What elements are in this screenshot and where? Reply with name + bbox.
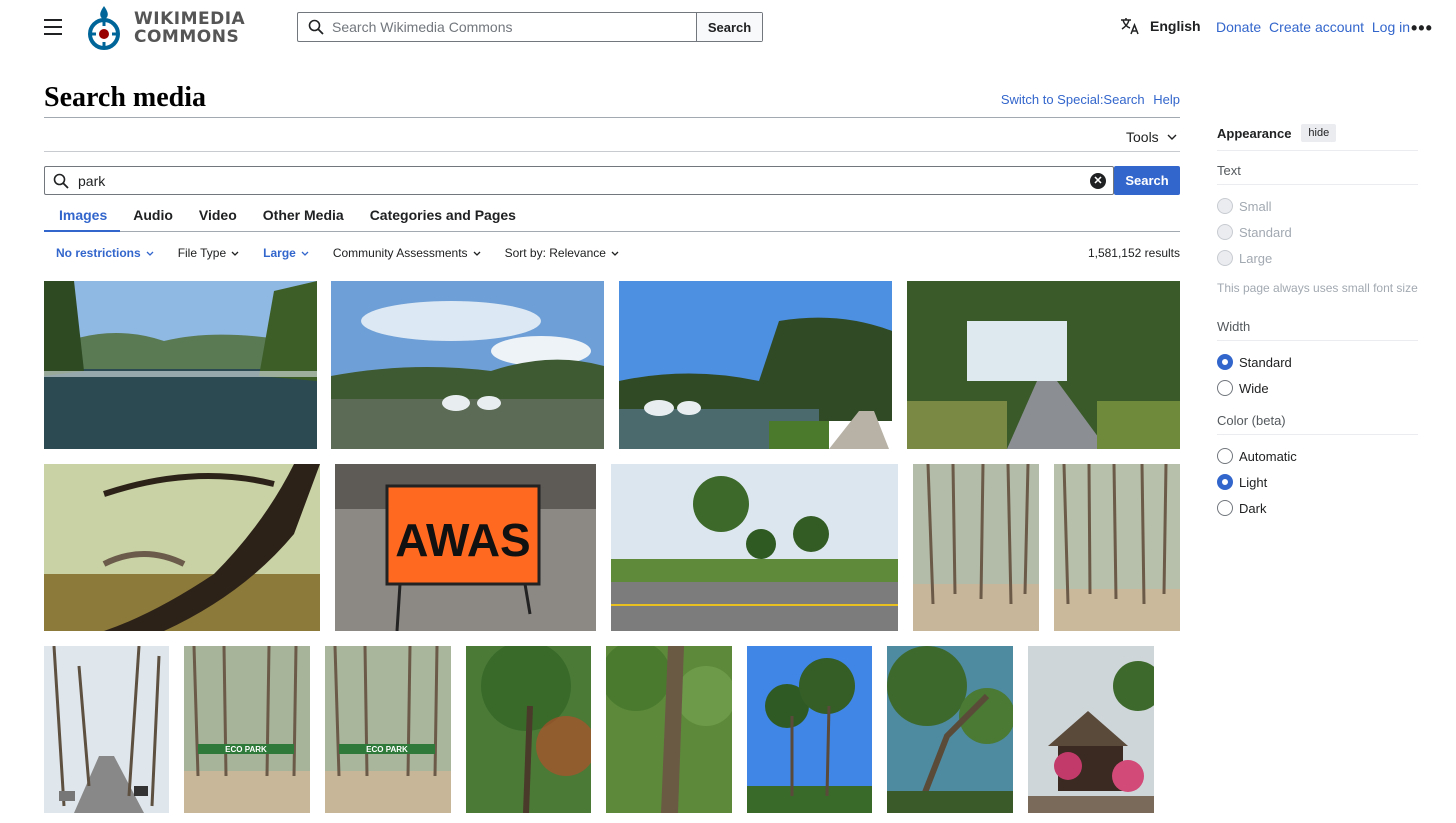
community-assessments-filter[interactable]: Community Assessments [333,246,481,260]
file-type-filter[interactable]: File Type [178,246,239,260]
image-result[interactable] [1054,464,1180,631]
image-result[interactable] [606,646,732,813]
header-search-input[interactable]: Search Wikimedia Commons [298,13,696,41]
awas-sign-text: AWAS [395,514,530,566]
tools-divider [44,151,1180,152]
logo-line2: COMMONS [134,27,240,47]
search-icon [53,173,69,189]
search-icon [308,19,324,35]
color-light[interactable]: Light [1217,469,1418,495]
text-size-small: Small [1217,193,1418,219]
appearance-panel: Appearance hide Text Small Standard Larg… [1217,124,1418,521]
color-dark[interactable]: Dark [1217,495,1418,521]
results-count: 1,581,152 results [1087,246,1180,260]
log-in-link[interactable]: Log in [1372,19,1410,35]
text-size-label: Text [1217,151,1418,185]
image-result[interactable] [44,281,317,449]
chevron-down-icon [231,251,239,256]
translate-icon [1121,18,1139,35]
hide-button[interactable]: hide [1301,124,1337,142]
image-result[interactable] [619,281,892,449]
image-result[interactable] [44,646,169,813]
commons-logo-icon [88,6,120,50]
image-result[interactable] [611,464,898,631]
size-filter[interactable]: Large [263,246,309,260]
user-links: Donate Create account Log in [1216,19,1414,35]
tab-images[interactable]: Images [44,207,121,232]
image-result[interactable]: ECO PARK [325,646,451,813]
color-automatic[interactable]: Automatic [1217,443,1418,469]
eco-park-text: ECO PARK [366,745,408,754]
license-filter[interactable]: No restrictions [56,246,154,260]
chevron-down-icon [1167,134,1177,140]
page-title: Search media [44,82,207,113]
main-menu-button[interactable] [44,19,62,35]
help-link[interactable]: Help [1153,92,1180,107]
logo-line1: WIKIMEDIA [134,9,246,29]
switch-special-search-link[interactable]: Switch to Special:Search [1001,92,1145,107]
sort-filter[interactable]: Sort by: Relevance [505,246,619,260]
title-divider [44,117,1180,118]
header-search-button[interactable]: Search [696,13,762,41]
language-selector[interactable]: English [1120,17,1201,35]
chevron-down-icon [473,251,481,256]
donate-link[interactable]: Donate [1216,19,1261,35]
more-options-icon[interactable]: ••• [1411,18,1433,39]
search-filters: No restrictions File Type Large Communit… [56,246,643,260]
tab-audio[interactable]: Audio [120,207,186,232]
image-result[interactable] [887,646,1013,813]
text-size-standard: Standard [1217,219,1418,245]
wikimedia-commons-logo[interactable]: WIKIMEDIA COMMONS [86,4,245,52]
image-result[interactable] [44,464,320,631]
image-result[interactable]: AWAS [335,464,596,631]
color-label: Color (beta) [1217,401,1418,435]
image-result[interactable] [747,646,872,813]
image-result[interactable] [1028,646,1154,813]
media-type-tabs: Images Audio Video Other Media Categorie… [44,207,1180,232]
image-result[interactable] [907,281,1180,449]
tools-dropdown[interactable]: Tools [1126,129,1177,145]
text-size-large: Large [1217,245,1418,271]
tab-categories-pages[interactable]: Categories and Pages [357,207,529,232]
chevron-down-icon [146,251,154,256]
image-result[interactable]: ECO PARK [184,646,310,813]
image-result[interactable] [913,464,1039,631]
text-size-note: This page always uses small font size [1217,281,1418,295]
chevron-down-icon [611,251,619,256]
create-account-link[interactable]: Create account [1269,19,1364,35]
width-label: Width [1217,307,1418,341]
header-search[interactable]: Search Wikimedia Commons Search [297,12,763,42]
width-wide[interactable]: Wide [1217,375,1418,401]
image-result[interactable] [331,281,604,449]
media-search-button[interactable]: Search [1114,166,1180,195]
eco-park-text: ECO PARK [225,745,267,754]
appearance-title: Appearance [1217,125,1292,141]
tab-other-media[interactable]: Other Media [250,207,357,232]
tab-video[interactable]: Video [186,207,250,232]
clear-icon[interactable]: ✕ [1090,172,1106,189]
chevron-down-icon [301,251,309,256]
width-standard[interactable]: Standard [1217,349,1418,375]
media-search-box[interactable]: park ✕ [44,166,1114,195]
media-search-input[interactable]: park [78,173,1090,189]
image-result[interactable] [466,646,591,813]
